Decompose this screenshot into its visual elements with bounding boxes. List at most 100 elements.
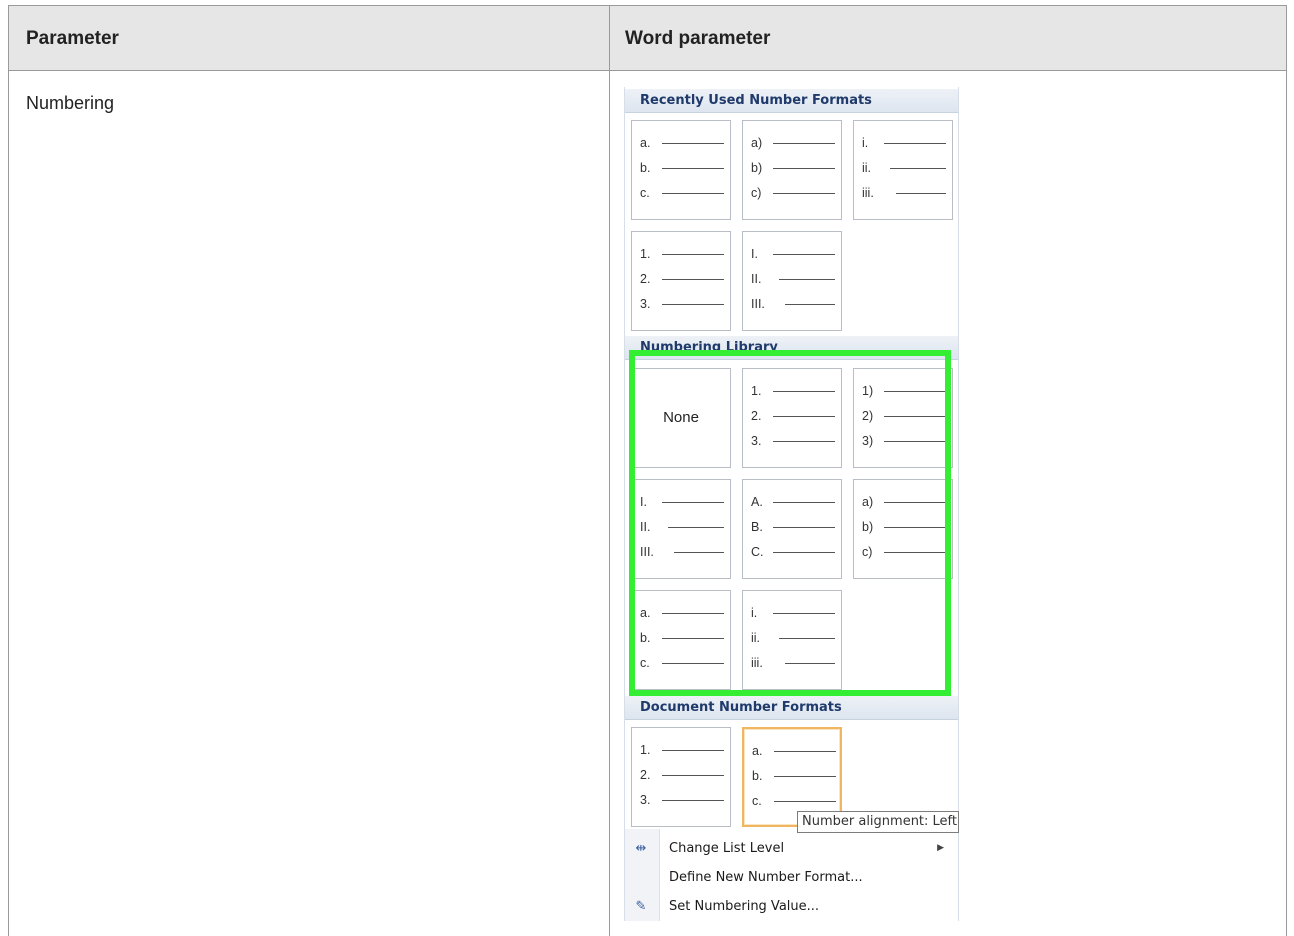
format-tile[interactable]: 1. 2. 3. [631,231,731,331]
format-label: c) [862,545,873,559]
indent-list-icon: ⇹ [635,841,647,856]
format-rule [884,527,946,528]
format-label: II. [640,520,651,534]
format-rule [662,775,724,776]
format-label: III. [640,545,654,559]
format-rule [773,416,835,417]
format-label: B. [751,520,763,534]
format-tile[interactable]: a. b. c. [631,120,731,220]
header-word-parameter: Word parameter [625,28,771,49]
set-numbering-value-item[interactable]: ✎ Set Numbering Value... [625,892,958,921]
format-label: A. [751,495,763,509]
row-parameter-numbering: Numbering [26,93,115,113]
format-label: iii. [862,186,874,200]
format-tile[interactable]: A. B. C. [742,479,842,579]
format-label: 2. [751,409,762,423]
format-label: a. [640,136,651,150]
format-label: b) [751,161,763,175]
format-rule [773,391,835,392]
format-rule [662,304,724,305]
format-rule [896,193,946,194]
format-label: c. [640,656,650,670]
format-rule [773,193,835,194]
change-list-level-item[interactable]: ⇹ Change List Level ▶ [625,834,958,863]
submenu-arrow-icon: ▶ [937,843,944,853]
numbering-dropdown: Recently Used Number Formats Numbering L… [624,87,959,921]
format-tile[interactable]: a. b. c. [631,590,731,690]
format-rule [884,416,946,417]
format-rule [773,143,835,144]
format-label: C. [751,545,764,559]
format-rule [884,143,946,144]
format-rule [662,279,724,280]
format-rule [890,168,946,169]
format-tile[interactable]: I. II. III. [742,231,842,331]
format-rule [884,441,946,442]
format-label: I. [751,247,758,261]
format-rule [774,751,836,752]
format-rule [674,552,724,553]
format-rule [774,801,836,802]
format-tile[interactable]: i. ii. iii. [742,590,842,690]
format-label: a. [640,606,651,620]
format-label: c. [640,186,650,200]
format-label: iii. [751,656,763,670]
format-rule [884,391,946,392]
format-label: II. [751,272,762,286]
format-rule [773,441,835,442]
format-tile[interactable]: 1. 2. 3. [631,727,731,827]
format-tile-none[interactable]: None [631,368,731,468]
format-rule [774,776,836,777]
format-label: a) [751,136,763,150]
format-label: 1) [862,384,874,398]
format-label: 3. [640,297,651,311]
format-label: 3. [751,434,762,448]
format-rule [773,527,835,528]
format-rule [662,750,724,751]
format-rule [773,613,835,614]
format-label: 2. [640,768,651,782]
none-label: None [663,409,699,426]
format-label: b. [752,769,763,783]
table-header: Parameter Word parameter [9,6,1286,71]
format-label: 1. [640,743,651,757]
format-label: b) [862,520,874,534]
format-rule [662,254,724,255]
format-rule [662,193,724,194]
format-rule [884,502,946,503]
format-rule [662,638,724,639]
format-rule [785,304,835,305]
format-rule [662,663,724,664]
format-label: i. [751,606,758,620]
change-list-level-label: Change List Level [669,841,785,856]
format-tile[interactable]: I. II. III. [631,479,731,579]
format-label: a) [862,495,874,509]
format-rule [773,168,835,169]
format-tile[interactable]: 1. 2. 3. [742,368,842,468]
format-tile[interactable]: i. ii. iii. [853,120,953,220]
format-label: III. [751,297,765,311]
format-label: b. [640,631,651,645]
format-rule [662,168,724,169]
define-new-format-label: Define New Number Format... [669,870,863,885]
format-rule [662,613,724,614]
format-tile[interactable]: 1) 2) 3) [853,368,953,468]
format-tile[interactable]: a) b) c) [853,479,953,579]
format-label: i. [862,136,869,150]
format-rule [884,552,946,553]
format-label: 2. [640,272,651,286]
format-label: c. [752,794,762,808]
format-rule [773,254,835,255]
format-label: 1. [640,247,651,261]
format-label: 3. [640,793,651,807]
section-recent-formats: Recently Used Number Formats [625,89,958,113]
format-rule [779,638,835,639]
format-rule [668,527,724,528]
format-label: a. [752,744,763,758]
format-tile[interactable]: a) b) c) [742,120,842,220]
format-rule [773,552,835,553]
format-rule [785,663,835,664]
format-label: I. [640,495,647,509]
define-new-format-item[interactable]: Define New Number Format... [625,863,958,892]
section-numbering-library: Numbering Library [625,336,958,360]
